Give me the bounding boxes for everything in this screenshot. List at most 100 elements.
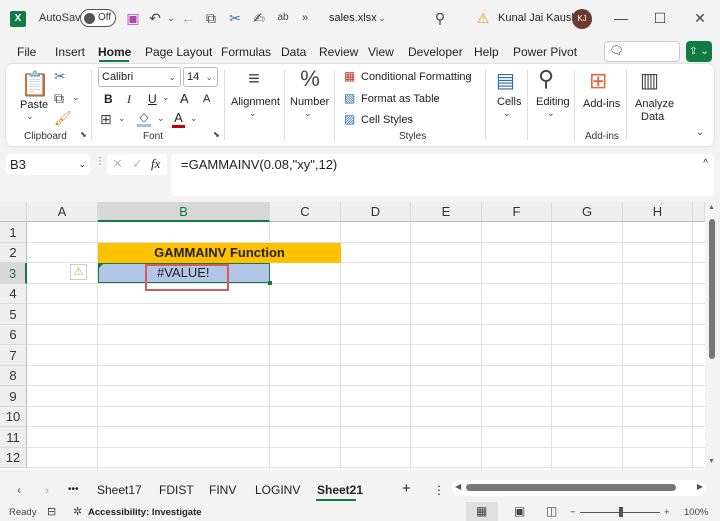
redo-icon[interactable]: ← (179, 9, 197, 27)
underline-dropdown-icon[interactable]: ⌄ (162, 92, 170, 103)
sheet-tab-sheet21[interactable]: Sheet21 (317, 483, 363, 497)
column-header-d[interactable]: D (341, 202, 411, 222)
row-header-6[interactable]: 6 (0, 325, 27, 345)
row-header-2[interactable]: 2 (0, 243, 27, 263)
cell-b2[interactable]: GAMMAINV Function (98, 243, 341, 263)
spelling-icon[interactable]: ab (274, 9, 292, 27)
menu-help[interactable]: Help (474, 45, 499, 59)
page-layout-view-icon[interactable]: ▣ (514, 504, 525, 518)
menu-view[interactable]: View (368, 45, 394, 59)
bold-button[interactable]: B (104, 92, 113, 106)
filename-chevron-icon[interactable]: ⌄ (373, 9, 391, 27)
row-header-12[interactable]: 12 (0, 448, 27, 468)
italic-button[interactable]: I (127, 92, 131, 107)
column-header-partial[interactable] (693, 202, 705, 222)
alignment-dropdown-icon[interactable]: ⌄ (249, 108, 257, 119)
scroll-down-icon[interactable]: ▼ (708, 458, 715, 465)
more-commands-icon[interactable]: » (296, 9, 314, 27)
percent-icon[interactable]: % (298, 66, 322, 92)
select-all-corner[interactable] (0, 202, 27, 222)
column-header-b[interactable]: B (98, 202, 270, 222)
copy-icon[interactable]: ⧉ (54, 90, 64, 107)
cut-icon[interactable]: ✂ (226, 9, 244, 27)
insert-function-button[interactable]: fx (151, 156, 160, 172)
copy-icon[interactable]: ⧉ (202, 9, 220, 27)
macro-recording-icon[interactable]: ⊟ (47, 505, 56, 518)
warning-icon[interactable]: ⚠ (474, 9, 492, 27)
menu-home[interactable]: Home (98, 45, 131, 59)
fill-color-dropdown-icon[interactable]: ⌄ (157, 113, 165, 124)
font-color-dropdown-icon[interactable]: ⌄ (190, 113, 198, 124)
menu-formulas[interactable]: Formulas (221, 45, 271, 59)
sign-icon[interactable]: ✍ (250, 9, 268, 27)
scroll-right-icon[interactable]: ▶ (697, 482, 703, 491)
add-ins-icon[interactable]: ⊞ (589, 68, 607, 94)
column-header-h[interactable]: H (623, 202, 693, 222)
analyze-label-2[interactable]: Data (641, 111, 664, 123)
sheet-tab-loginv[interactable]: LOGINV (255, 483, 300, 497)
more-sheets-button[interactable]: ••• (68, 484, 79, 495)
zoom-level[interactable]: 100% (684, 507, 708, 518)
vertical-scroll-thumb[interactable] (709, 219, 715, 359)
search-icon[interactable]: ⚲ (538, 66, 554, 92)
menu-file[interactable]: File (17, 45, 36, 59)
zoom-out-button[interactable]: − (570, 507, 576, 518)
alignment-icon[interactable]: ≡ (240, 68, 268, 91)
tab-options-icon[interactable]: ⋮ (433, 483, 445, 497)
autosave-toggle[interactable]: Off (80, 9, 116, 27)
column-header-c[interactable]: C (270, 202, 341, 222)
menu-developer[interactable]: Developer (408, 45, 463, 59)
increase-font-button[interactable]: A (180, 91, 189, 106)
formula-input[interactable]: =GAMMAINV(0.08,"xy",12) ^ (171, 154, 714, 196)
sheet-tab-finv[interactable]: FINV (209, 483, 236, 497)
more-options-icon[interactable]: ⋮ (95, 156, 105, 167)
avatar[interactable]: KJ (572, 9, 592, 29)
number-dropdown-icon[interactable]: ⌄ (304, 108, 312, 119)
menu-insert[interactable]: Insert (55, 45, 85, 59)
undo-dropdown-icon[interactable]: ⌄ (162, 9, 180, 27)
scroll-up-icon[interactable]: ▲ (708, 204, 715, 211)
borders-icon[interactable]: ⊞ (100, 111, 112, 128)
fill-color-icon[interactable]: ◇ (137, 110, 151, 127)
maximize-icon[interactable]: ☐ (651, 9, 669, 27)
zoom-slider-knob[interactable] (619, 507, 623, 517)
decrease-font-button[interactable]: A (203, 93, 210, 105)
row-header-1[interactable]: 1 (0, 222, 27, 243)
menu-power-pivot[interactable]: Power Pivot (513, 45, 577, 59)
accessibility-status[interactable]: Accessibility: Investigate (88, 507, 202, 518)
cancel-icon[interactable]: ✕ (112, 156, 123, 172)
fill-handle[interactable] (268, 281, 272, 285)
menu-review[interactable]: Review (319, 45, 358, 59)
collapse-formula-bar-icon[interactable]: ^ (703, 158, 708, 169)
column-header-a[interactable]: A (27, 202, 98, 222)
number-button[interactable]: Number (290, 96, 329, 108)
search-icon[interactable]: ⚲ (431, 9, 449, 27)
paste-icon[interactable]: 📋 (20, 70, 50, 100)
name-box[interactable]: B3 ⌄ (6, 154, 90, 175)
add-ins-button[interactable]: Add-ins (583, 98, 620, 110)
column-header-e[interactable]: E (411, 202, 482, 222)
file-name[interactable]: sales.xlsx (329, 12, 377, 24)
cut-icon[interactable]: ✂ (54, 68, 66, 85)
cells-button[interactable]: Cells (497, 96, 521, 108)
row-header-8[interactable]: 8 (0, 366, 27, 386)
format-painter-icon[interactable]: 🖌 (54, 110, 72, 127)
font-launcher-icon[interactable]: ⬊ (213, 130, 220, 139)
row-header-4[interactable]: 4 (0, 284, 27, 304)
cells-dropdown-icon[interactable]: ⌄ (503, 108, 511, 119)
save-icon[interactable]: ▣ (124, 9, 142, 27)
underline-button[interactable]: U (148, 92, 157, 106)
clipboard-launcher-icon[interactable]: ⬊ (80, 130, 87, 139)
spreadsheet-grid[interactable]: A B C D E F G H 1 2 3 4 5 6 7 8 9 10 11 … (0, 202, 705, 470)
analyze-data-icon[interactable]: ▥ (640, 68, 659, 93)
sheet-tab-fdist[interactable]: FDIST (159, 483, 194, 497)
close-icon[interactable]: ✕ (691, 9, 709, 27)
conditional-formatting-button[interactable]: Conditional Formatting (361, 71, 472, 83)
editing-button[interactable]: Editing (536, 96, 570, 108)
zoom-in-button[interactable]: + (664, 507, 670, 518)
row-header-10[interactable]: 10 (0, 407, 27, 427)
sheet-tab-sheet17[interactable]: Sheet17 (97, 483, 142, 497)
ribbon-expand-icon[interactable]: ⌄ (696, 127, 704, 138)
accessibility-icon[interactable]: ✲ (73, 505, 82, 518)
row-header-11[interactable]: 11 (0, 427, 27, 448)
